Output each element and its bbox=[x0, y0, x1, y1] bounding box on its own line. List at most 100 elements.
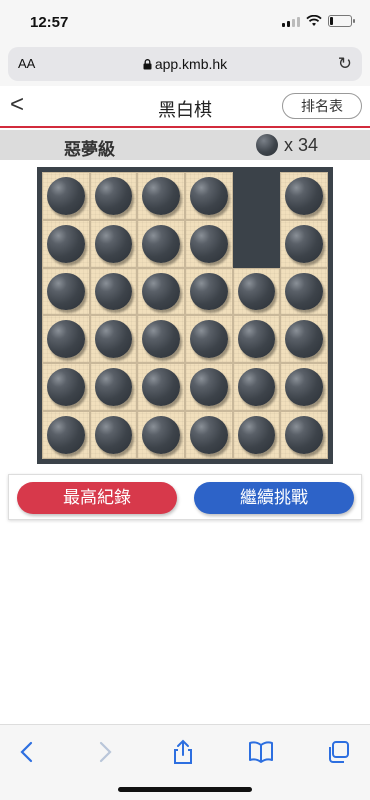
home-indicator bbox=[118, 787, 252, 792]
browser-url-area: AA app.kmb.hk ↻ bbox=[0, 44, 370, 86]
board-cell[interactable] bbox=[42, 411, 90, 459]
board-cell[interactable] bbox=[137, 172, 185, 220]
black-stone bbox=[142, 416, 180, 454]
board-grid bbox=[42, 172, 328, 459]
wifi-icon bbox=[306, 15, 322, 26]
board-cell[interactable] bbox=[280, 411, 328, 459]
black-stone bbox=[190, 224, 228, 263]
black-stone bbox=[237, 272, 276, 311]
black-stone bbox=[190, 368, 228, 407]
board-cell[interactable] bbox=[137, 363, 185, 412]
continue-challenge-button[interactable]: 繼續挑戰 bbox=[194, 482, 354, 514]
high-score-button[interactable]: 最高紀錄 bbox=[17, 482, 177, 514]
board-cell[interactable] bbox=[232, 219, 281, 268]
board-cell[interactable] bbox=[185, 219, 233, 268]
board-cell[interactable] bbox=[89, 363, 138, 412]
board-cell[interactable] bbox=[42, 315, 90, 364]
book-icon[interactable] bbox=[246, 739, 276, 765]
black-stone bbox=[142, 272, 180, 311]
board-cell[interactable] bbox=[185, 363, 233, 412]
board-cell[interactable] bbox=[89, 172, 138, 220]
board-cell[interactable] bbox=[232, 315, 281, 364]
board-cell[interactable] bbox=[42, 172, 90, 220]
black-stone bbox=[94, 224, 133, 263]
reload-icon[interactable]: ↻ bbox=[338, 54, 352, 74]
tabs-icon[interactable] bbox=[324, 739, 354, 765]
black-stone bbox=[237, 416, 276, 454]
share-icon[interactable] bbox=[168, 739, 198, 765]
lock-icon bbox=[143, 59, 152, 70]
status-icons bbox=[282, 15, 355, 27]
black-stone bbox=[47, 272, 85, 311]
black-stone bbox=[94, 320, 133, 359]
board-cell[interactable] bbox=[232, 267, 281, 316]
board-cell[interactable] bbox=[137, 411, 185, 459]
black-stone bbox=[285, 272, 323, 311]
signal-icon bbox=[282, 16, 300, 27]
board-cell[interactable] bbox=[185, 411, 233, 459]
black-stone bbox=[237, 368, 276, 407]
status-bar: 12:57 bbox=[0, 0, 370, 44]
url-display[interactable]: app.kmb.hk bbox=[8, 56, 362, 72]
black-stone bbox=[190, 177, 228, 215]
action-panel: 最高紀錄 繼續挑戰 bbox=[8, 474, 362, 520]
stone-count-text: x 34 bbox=[283, 134, 318, 155]
board-cell[interactable] bbox=[185, 267, 233, 316]
board-cell[interactable] bbox=[232, 363, 281, 412]
black-stone bbox=[47, 368, 85, 407]
board-cell[interactable] bbox=[42, 363, 90, 412]
black-stone bbox=[47, 177, 85, 215]
board-cell[interactable] bbox=[137, 219, 185, 268]
board-cell[interactable] bbox=[42, 219, 90, 268]
black-stone bbox=[47, 416, 85, 454]
board-cell[interactable] bbox=[280, 172, 328, 220]
black-stone bbox=[237, 320, 276, 359]
board-cell[interactable] bbox=[185, 172, 233, 220]
black-stone bbox=[94, 272, 133, 311]
chevron-right-icon[interactable] bbox=[90, 739, 120, 765]
black-stone bbox=[285, 416, 323, 454]
board-cell[interactable] bbox=[280, 315, 328, 364]
black-stone bbox=[94, 177, 133, 215]
stone-count: x 34 bbox=[255, 134, 318, 156]
board-cell[interactable] bbox=[137, 267, 185, 316]
board-cell[interactable] bbox=[232, 172, 281, 220]
black-stone bbox=[190, 416, 228, 454]
black-stone-icon bbox=[255, 134, 278, 156]
black-stone bbox=[142, 320, 180, 359]
ranking-button[interactable]: 排名表 bbox=[282, 93, 362, 119]
difficulty-label: 惡夢級 bbox=[64, 140, 115, 159]
black-stone bbox=[285, 177, 323, 215]
black-stone bbox=[47, 224, 85, 263]
address-bar[interactable]: AA app.kmb.hk ↻ bbox=[8, 47, 362, 81]
black-stone bbox=[190, 272, 228, 311]
board-cell[interactable] bbox=[89, 411, 138, 459]
black-stone bbox=[142, 368, 180, 407]
level-bar: 惡夢級 x 34 bbox=[0, 130, 370, 160]
board-cell[interactable] bbox=[42, 267, 90, 316]
black-stone bbox=[94, 416, 133, 454]
game-board bbox=[37, 167, 333, 464]
black-stone bbox=[285, 224, 323, 263]
board-cell[interactable] bbox=[185, 315, 233, 364]
board-cell[interactable] bbox=[89, 267, 138, 316]
board-cell[interactable] bbox=[232, 411, 281, 459]
app-header: < 黑白棋 排名表 bbox=[0, 86, 370, 128]
black-stone bbox=[142, 224, 180, 263]
black-stone bbox=[47, 320, 85, 359]
url-text: app.kmb.hk bbox=[154, 56, 228, 72]
board-cell[interactable] bbox=[89, 219, 138, 268]
board-cell[interactable] bbox=[280, 363, 328, 412]
back-button[interactable]: < bbox=[10, 92, 24, 118]
chevron-left-icon[interactable] bbox=[12, 739, 42, 765]
browser-toolbar bbox=[0, 724, 370, 800]
black-stone bbox=[142, 177, 180, 215]
board-cell[interactable] bbox=[89, 315, 138, 364]
battery-icon bbox=[328, 15, 355, 27]
board-cell[interactable] bbox=[280, 267, 328, 316]
board-cell[interactable] bbox=[280, 219, 328, 268]
board-cell[interactable] bbox=[137, 315, 185, 364]
status-time: 12:57 bbox=[30, 14, 69, 31]
black-stone bbox=[190, 320, 228, 359]
black-stone bbox=[285, 368, 323, 407]
